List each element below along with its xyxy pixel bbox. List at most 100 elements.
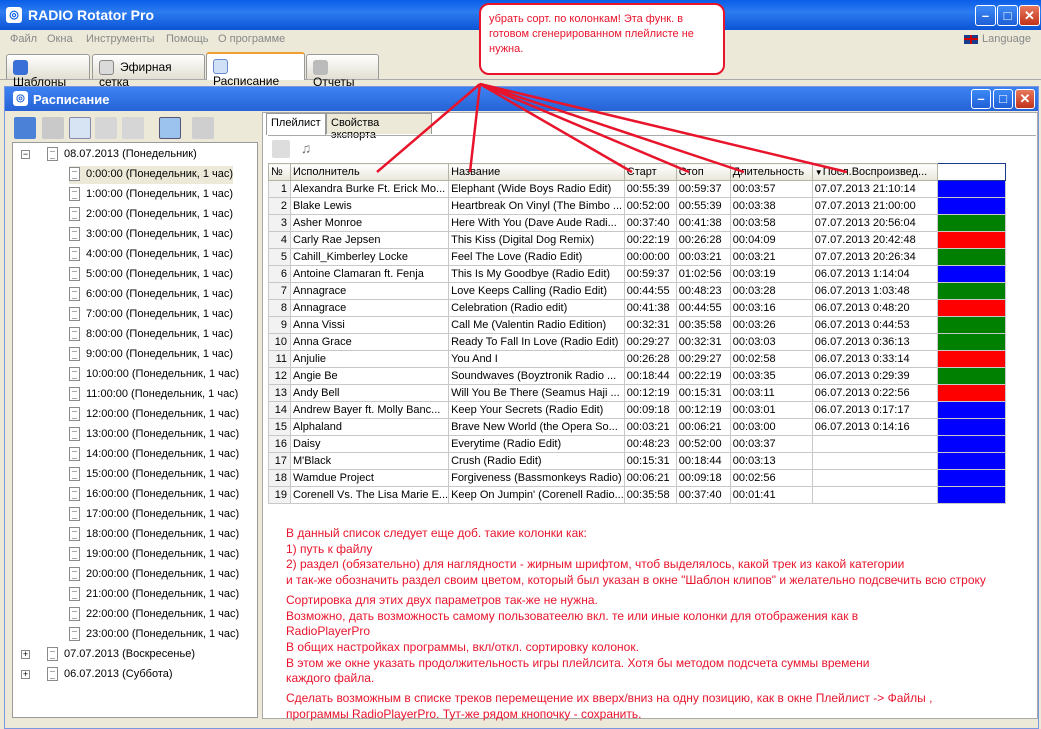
inner-maximize-button[interactable]: □ xyxy=(993,89,1013,109)
color-swatch-cell xyxy=(936,197,1006,215)
edit-icon[interactable] xyxy=(69,117,91,139)
paste-icon[interactable] xyxy=(122,117,144,139)
table-row[interactable]: 1 Alexandra Burke Ft. Erick Mo... Elephant… xyxy=(268,180,1006,198)
tab-schedule[interactable]: Расписание xyxy=(206,52,305,88)
table-row[interactable]: 10 Anna Grace Ready To Fall In Love (Radio… xyxy=(268,333,1006,351)
tab-playlist[interactable]: Плейлист xyxy=(266,113,326,135)
expand-toggle-icon[interactable]: − xyxy=(21,150,30,159)
table-row[interactable]: 11 Anjulie You And I 00:26:28 00:29:27 00:02:… xyxy=(268,350,1006,368)
table-row[interactable]: 12 Angie Be Soundwaves (Boyztronik Radio .… xyxy=(268,367,1006,385)
tree-node-hour[interactable]: 9:00:00 (Понедельник, 1 час) xyxy=(69,346,233,364)
menu-help[interactable]: Помощь xyxy=(166,33,209,45)
tree-node-hour[interactable]: 8:00:00 (Понедельник, 1 час) xyxy=(69,326,233,344)
table-row[interactable]: 8 Annagrace Celebration (Radio edit) 00:41:… xyxy=(268,299,1006,317)
cell-artist: Blake Lewis xyxy=(289,197,450,215)
table-row[interactable]: 14 Andrew Bayer ft. Molly Banc... Keep You… xyxy=(268,401,1006,419)
cell-title: This Is My Goodbye (Radio Edit) xyxy=(448,265,625,283)
tree-node-hour[interactable]: 14:00:00 (Понедельник, 1 час) xyxy=(69,446,239,464)
minimize-button[interactable]: – xyxy=(975,5,996,26)
maximize-button[interactable]: □ xyxy=(997,5,1018,26)
column-header[interactable]: Исполнитель xyxy=(289,163,450,181)
table-row[interactable]: 3 Asher Monroe Here With You (Dave Aude Ra… xyxy=(268,214,1006,232)
table-row[interactable]: 16 Daisy Everytime (Radio Edit) 00:48:23 00:… xyxy=(268,435,1006,453)
cell-last: 06.07.2013 0:17:17 xyxy=(811,401,938,419)
note-line: В данный список следует еще доб. такие к… xyxy=(286,526,587,540)
column-header[interactable]: Длительность xyxy=(729,163,813,181)
tree-node-hour[interactable]: 15:00:00 (Понедельник, 1 час) xyxy=(69,466,239,484)
cell-dur: 00:02:56 xyxy=(729,469,813,487)
tree-node-hour[interactable]: 0:00:00 (Понедельник, 1 час) xyxy=(69,166,234,184)
inner-minimize-button[interactable]: – xyxy=(971,89,991,109)
table-row[interactable]: 13 Andy Bell Will You Be There (Seamus Haj… xyxy=(268,384,1006,402)
tree-node-hour[interactable]: 22:00:00 (Понедельник, 1 час) xyxy=(69,606,239,624)
table-row[interactable]: 9 Anna Vissi Call Me (Valentin Radio Editi… xyxy=(268,316,1006,334)
table-row[interactable]: 4 Carly Rae Jepsen This Kiss (Digital Dog … xyxy=(268,231,1006,249)
tab-export-properties[interactable]: Свойства экспорта xyxy=(326,113,432,141)
tab-reports[interactable]: Отчеты xyxy=(306,54,379,89)
tree-node-hour[interactable]: 11:00:00 (Понедельник, 1 час) xyxy=(69,386,238,404)
column-header[interactable]: ▼Посл.Воспроизвед... xyxy=(811,163,938,181)
expand-toggle-icon[interactable]: + xyxy=(21,650,30,659)
color-swatch-cell xyxy=(936,418,1006,436)
close-button[interactable]: ✕ xyxy=(1019,5,1040,26)
table-row[interactable]: 2 Blake Lewis Heartbreak On Vinyl (The Bim… xyxy=(268,197,1006,215)
column-header[interactable]: Старт xyxy=(623,163,677,181)
cell-n: 13 xyxy=(268,384,291,402)
table-row[interactable]: 17 M'Black Crush (Radio Edit) 00:15:31 00:18… xyxy=(268,452,1006,470)
inner-close-button[interactable]: ✕ xyxy=(1015,89,1035,109)
tree-node-hour[interactable]: 17:00:00 (Понедельник, 1 час) xyxy=(69,506,239,524)
tab-air-grid[interactable]: Эфирная сетка xyxy=(92,54,205,89)
menu-tools[interactable]: Инструменты xyxy=(86,33,155,45)
tree-node-day[interactable]: 07.07.2013 (Воскресенье) xyxy=(47,646,195,664)
pencil-icon[interactable] xyxy=(272,140,290,158)
menu-about[interactable]: О программе xyxy=(218,33,285,45)
tree-node-hour[interactable]: 23:00:00 (Понедельник, 1 час) xyxy=(69,626,239,644)
table-row[interactable]: 18 Wamdue Project Forgiveness (Bassmonkeys… xyxy=(268,469,1006,487)
tree-node-hour[interactable]: 4:00:00 (Понедельник, 1 час) xyxy=(69,246,233,264)
language-menu[interactable]: Language xyxy=(964,33,1031,45)
column-header[interactable]: Название xyxy=(448,163,625,181)
table-row[interactable]: 19 Corenell Vs. The Lisa Marie E... Keep O… xyxy=(268,486,1006,504)
table-row[interactable]: 7 Annagrace Love Keeps Calling (Radio Edit… xyxy=(268,282,1006,300)
menu-file[interactable]: Файл xyxy=(10,33,37,45)
tree-node-hour[interactable]: 12:00:00 (Понедельник, 1 час) xyxy=(69,406,239,424)
cell-last xyxy=(811,469,938,487)
menu-windows[interactable]: Окна xyxy=(47,33,73,45)
tree-node-hour[interactable]: 5:00:00 (Понедельник, 1 час) xyxy=(69,266,233,284)
column-header[interactable]: № xyxy=(268,163,291,181)
refresh-icon[interactable] xyxy=(159,117,181,139)
column-header[interactable]: Стоп xyxy=(675,163,731,181)
tree-node-hour[interactable]: 1:00:00 (Понедельник, 1 час) xyxy=(69,186,233,204)
remove-icon[interactable] xyxy=(42,117,64,139)
tree-node-hour[interactable]: 10:00:00 (Понедельник, 1 час) xyxy=(69,366,239,384)
music-note-icon[interactable]: ♫ xyxy=(297,140,315,158)
cell-start: 00:37:40 xyxy=(623,214,677,232)
cell-last: 07.07.2013 21:00:00 xyxy=(811,197,938,215)
tree-node-hour[interactable]: 7:00:00 (Понедельник, 1 час) xyxy=(69,306,233,324)
cell-stop: 00:52:00 xyxy=(675,435,731,453)
tree-node-label: 07.07.2013 (Воскресенье) xyxy=(64,648,195,660)
tree-node-hour[interactable]: 16:00:00 (Понедельник, 1 час) xyxy=(69,486,239,504)
table-row[interactable]: 15 Alphaland Brave New World (the Opera So… xyxy=(268,418,1006,436)
table-row[interactable]: 5 Cahill_Kimberley Locke Feel The Love (Ra… xyxy=(268,248,1006,266)
color-column-header[interactable] xyxy=(936,163,1006,181)
tree-node-hour[interactable]: 2:00:00 (Понедельник, 1 час) xyxy=(69,206,233,224)
expand-toggle-icon[interactable]: + xyxy=(21,670,30,679)
tree-node-hour[interactable]: 19:00:00 (Понедельник, 1 час) xyxy=(69,546,239,564)
add-icon[interactable] xyxy=(14,117,36,139)
cell-last: 07.07.2013 21:10:14 xyxy=(811,180,938,198)
cell-artist: Corenell Vs. The Lisa Marie E... xyxy=(289,486,450,504)
tree-node-hour[interactable]: 20:00:00 (Понедельник, 1 час) xyxy=(69,566,239,584)
tab-templates[interactable]: Шаблоны xyxy=(6,54,90,89)
tree-node-day[interactable]: 08.07.2013 (Понедельник) xyxy=(47,146,197,164)
tree-node-day[interactable]: 06.07.2013 (Суббота) xyxy=(47,666,173,684)
tree-node-hour[interactable]: 3:00:00 (Понедельник, 1 час) xyxy=(69,226,233,244)
tree-node-hour[interactable]: 18:00:00 (Понедельник, 1 час) xyxy=(69,526,239,544)
tree-node-hour[interactable]: 21:00:00 (Понедельник, 1 час) xyxy=(69,586,239,604)
cell-last: 07.07.2013 20:56:04 xyxy=(811,214,938,232)
tree-node-hour[interactable]: 13:00:00 (Понедельник, 1 час) xyxy=(69,426,239,444)
copy-icon[interactable] xyxy=(95,117,117,139)
tree-node-hour[interactable]: 6:00:00 (Понедельник, 1 час) xyxy=(69,286,233,304)
table-row[interactable]: 6 Antoine Clamaran ft. Fenja This Is My Go… xyxy=(268,265,1006,283)
export-icon[interactable] xyxy=(192,117,214,139)
